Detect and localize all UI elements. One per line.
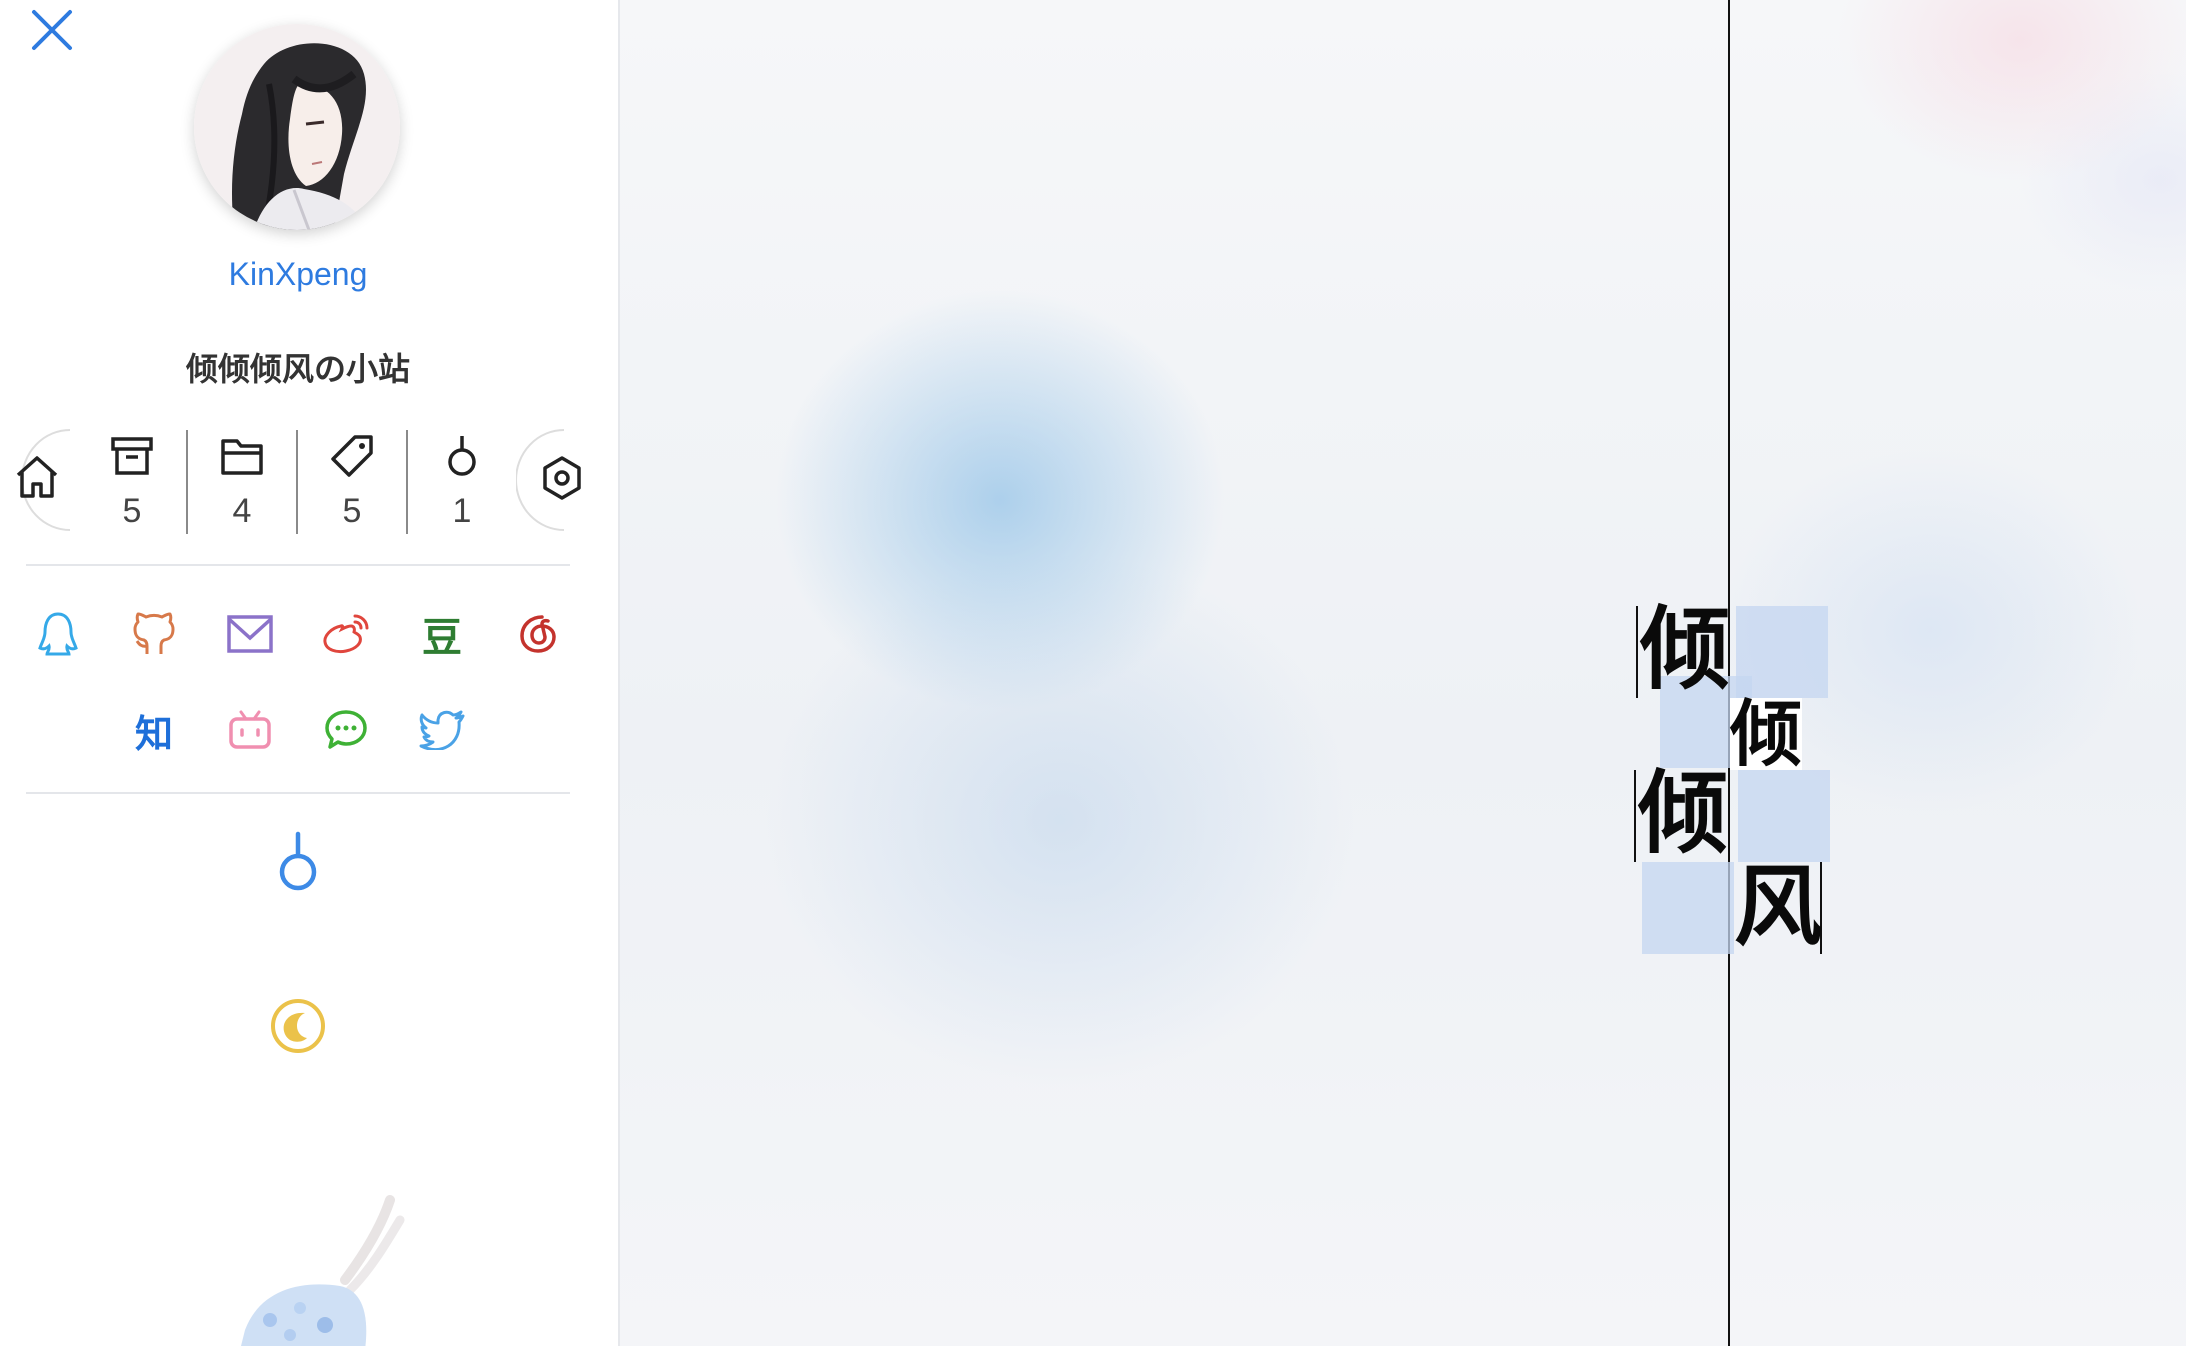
bilibili-icon	[229, 710, 271, 749]
gear-icon	[543, 456, 581, 500]
social-zhihu[interactable]: 知	[116, 692, 192, 768]
twitter-icon	[419, 710, 465, 750]
stat-divider	[186, 430, 188, 534]
hook-icon	[448, 436, 476, 476]
social-weibo[interactable]	[308, 596, 384, 672]
category-count: 4	[232, 492, 252, 530]
social-bilibili[interactable]	[212, 692, 288, 768]
social-qq[interactable]	[20, 596, 96, 672]
main-background: 倾 倾 倾 风	[620, 0, 2186, 1346]
section-divider	[26, 792, 570, 794]
archive-count: 5	[122, 492, 142, 530]
stat-friends[interactable]: 1	[408, 428, 516, 534]
mascot-illustration	[230, 1190, 440, 1346]
wechat-icon	[325, 710, 367, 749]
folder-icon	[221, 439, 263, 475]
tag-count: 5	[342, 492, 362, 530]
netease-music-icon	[520, 615, 556, 653]
site-name: 倾倾倾风の小站	[185, 350, 410, 388]
weibo-icon	[323, 614, 369, 654]
douban-icon: 豆	[422, 615, 462, 661]
avatar-image	[194, 24, 400, 230]
title-highlight-block	[1642, 862, 1734, 954]
social-wechat[interactable]	[308, 692, 384, 768]
title-char-3: 倾	[1638, 760, 1728, 866]
qq-icon	[38, 612, 78, 656]
stats-bar: 5 4 5 1	[0, 428, 596, 538]
title-bar	[1634, 770, 1636, 862]
social-twitter[interactable]	[404, 692, 480, 768]
author-name[interactable]: KinXpeng	[0, 256, 596, 293]
social-netease-music[interactable]	[500, 596, 576, 672]
dark-mode-toggle[interactable]	[258, 986, 338, 1066]
moon-icon	[271, 999, 325, 1053]
title-highlight-block	[1738, 770, 1830, 862]
title-char-2: 倾	[1730, 691, 1803, 776]
settings-button[interactable]	[516, 428, 586, 531]
social-douban[interactable]: 豆	[404, 596, 480, 672]
social-github[interactable]	[116, 596, 192, 672]
stat-tags[interactable]: 5	[298, 428, 406, 534]
avatar[interactable]	[194, 24, 400, 230]
close-icon	[32, 10, 72, 50]
stat-divider	[406, 430, 408, 534]
sidebar: KinXpeng 倾倾倾风の小站 5 4 5 1 豆 知	[0, 0, 620, 1346]
social-email[interactable]	[212, 596, 288, 672]
title-bar	[1636, 606, 1638, 698]
title-char-1: 倾	[1640, 596, 1730, 702]
close-button[interactable]	[28, 6, 78, 56]
stat-divider	[296, 430, 298, 534]
home-button[interactable]	[0, 428, 71, 531]
title-char-4: 风	[1734, 854, 1823, 958]
zhihu-icon: 知	[134, 711, 173, 756]
section-divider	[26, 564, 570, 566]
archive-icon	[111, 437, 153, 475]
hook-toggle-button[interactable]	[258, 822, 338, 902]
stat-categories[interactable]: 4	[188, 428, 296, 534]
tag-icon	[331, 435, 373, 477]
home-icon	[16, 456, 58, 498]
stat-archives[interactable]: 5	[78, 428, 186, 534]
friend-count: 1	[452, 492, 472, 530]
email-icon	[227, 615, 273, 653]
hook-icon	[279, 831, 317, 891]
github-icon	[133, 612, 175, 654]
